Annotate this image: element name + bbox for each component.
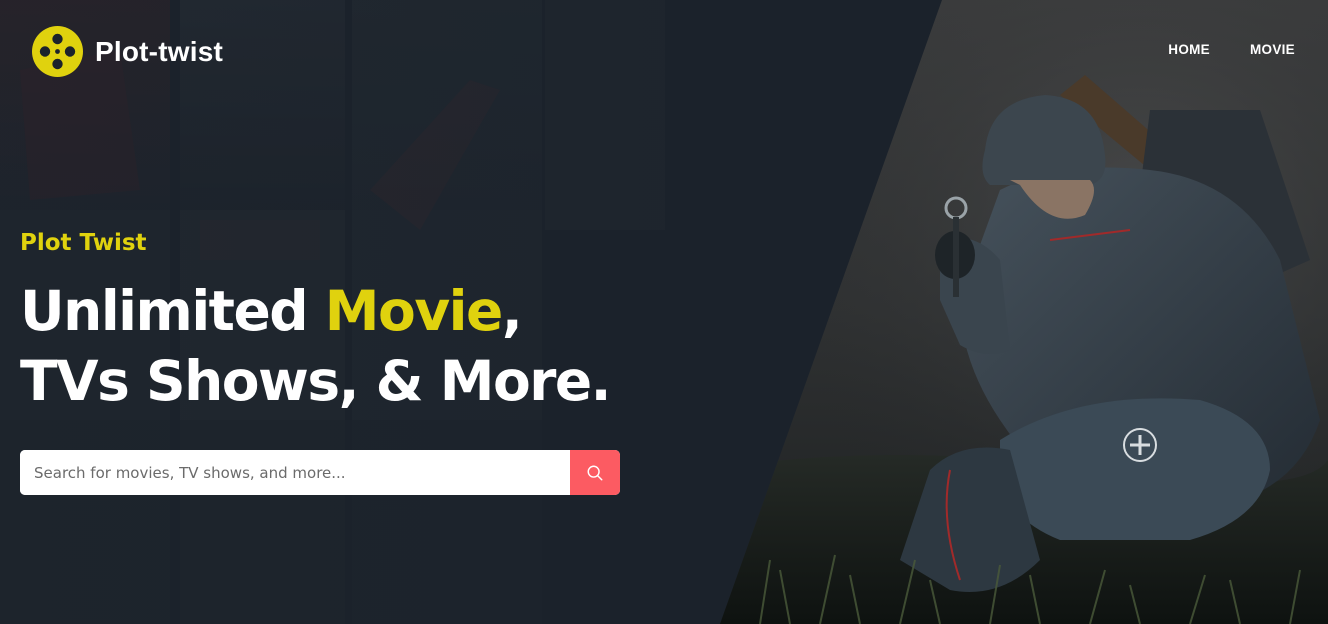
search-form [20,450,620,495]
nav-home-link[interactable]: HOME [1168,42,1210,57]
headline-part1: Unlimited [20,279,325,343]
search-button[interactable] [570,450,620,495]
magnifier-icon [587,465,603,480]
headline-part2: , [501,279,523,343]
brand-name: Plot-twist [95,35,223,67]
nav-movie-link[interactable]: MOVIE [1250,42,1295,57]
hero-headline: Unlimited Movie, TVs Shows, & More. [20,276,612,416]
main-nav: HOME MOVIE [1168,42,1295,57]
hero-eyebrow: Plot Twist [20,230,147,256]
brand-logo-link[interactable]: Plot-twist [32,26,223,77]
search-input[interactable] [20,450,570,495]
hero-section: Plot-twist HOME MOVIE Plot Twist Unlimit… [0,0,1328,624]
film-reel-icon [32,26,83,77]
headline-line2: TVs Shows, & More. [20,349,612,413]
headline-accent: Movie [324,279,504,343]
